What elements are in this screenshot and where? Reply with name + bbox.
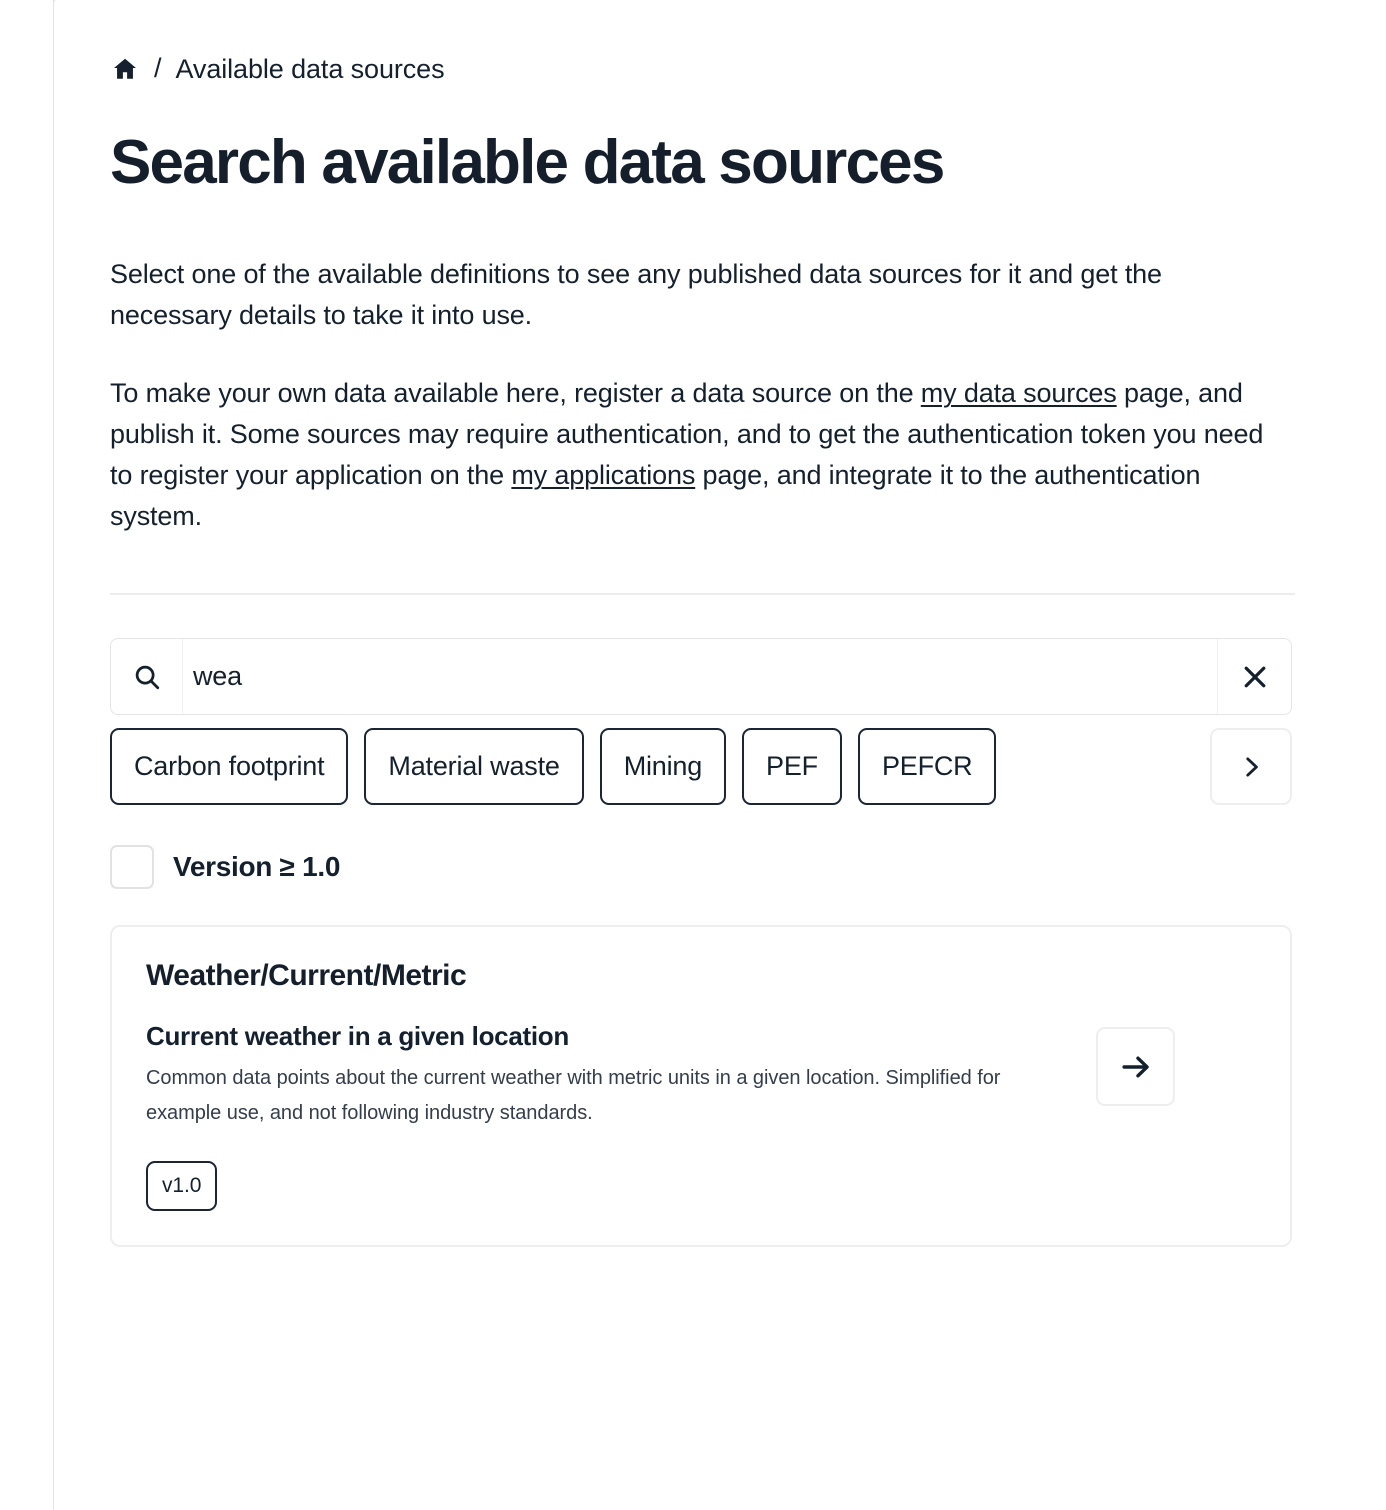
page-container: / Available data sources Search availabl… bbox=[55, 0, 1386, 1510]
data-source-card[interactable]: Weather/Current/Metric Current weather i… bbox=[110, 925, 1292, 1248]
version-filter-label[interactable]: Version ≥ 1.0 bbox=[173, 851, 340, 883]
card-description: Common data points about the current wea… bbox=[146, 1067, 1001, 1125]
clear-search-button[interactable] bbox=[1217, 639, 1291, 715]
chevron-right-icon[interactable] bbox=[1210, 728, 1292, 806]
search-input[interactable] bbox=[183, 639, 1217, 715]
search-icon bbox=[111, 639, 183, 715]
arrow-right-icon[interactable] bbox=[1096, 1027, 1175, 1107]
card-body: Current weather in a given location Comm… bbox=[146, 1021, 1256, 1131]
version-badge: v1.0 bbox=[146, 1161, 218, 1212]
version-filter-row: Version ≥ 1.0 bbox=[110, 844, 1290, 890]
intro-p2-text-1: To make your own data available here, re… bbox=[110, 378, 921, 409]
search-bar bbox=[110, 638, 1292, 716]
breadcrumb-separator: / bbox=[154, 52, 162, 83]
section-divider bbox=[110, 593, 1295, 596]
home-icon[interactable] bbox=[110, 54, 140, 84]
my-data-sources-link[interactable]: my data sources bbox=[921, 378, 1117, 408]
my-applications-link[interactable]: my applications bbox=[511, 460, 695, 490]
card-text-block: Current weather in a given location Comm… bbox=[146, 1021, 1076, 1131]
filter-chip-pefcr[interactable]: PEFCR bbox=[857, 728, 997, 806]
breadcrumb: / Available data sources bbox=[110, 52, 1290, 86]
card-title: Weather/Current/Metric bbox=[146, 959, 467, 993]
page-title: Search available data sources bbox=[110, 128, 945, 197]
filter-chip-carbon-footprint[interactable]: Carbon footprint bbox=[110, 728, 349, 806]
main-content: / Available data sources Search availabl… bbox=[55, 0, 1386, 1248]
filter-chip-row: Carbon footprint Material waste Mining P… bbox=[110, 728, 1292, 806]
filter-chip-mining[interactable]: Mining bbox=[599, 728, 727, 806]
left-rail-divider bbox=[0, 0, 54, 1510]
intro-paragraph-2: To make your own data available here, re… bbox=[110, 373, 1285, 537]
intro-paragraph-1: Select one of the available definitions … bbox=[110, 259, 1162, 331]
version-filter-checkbox[interactable] bbox=[110, 845, 154, 890]
filter-chip-material-waste[interactable]: Material waste bbox=[364, 728, 584, 806]
filter-chip-pef[interactable]: PEF bbox=[742, 728, 842, 806]
card-subtitle: Current weather in a given location bbox=[146, 1021, 569, 1052]
breadcrumb-current: Available data sources bbox=[175, 53, 445, 84]
